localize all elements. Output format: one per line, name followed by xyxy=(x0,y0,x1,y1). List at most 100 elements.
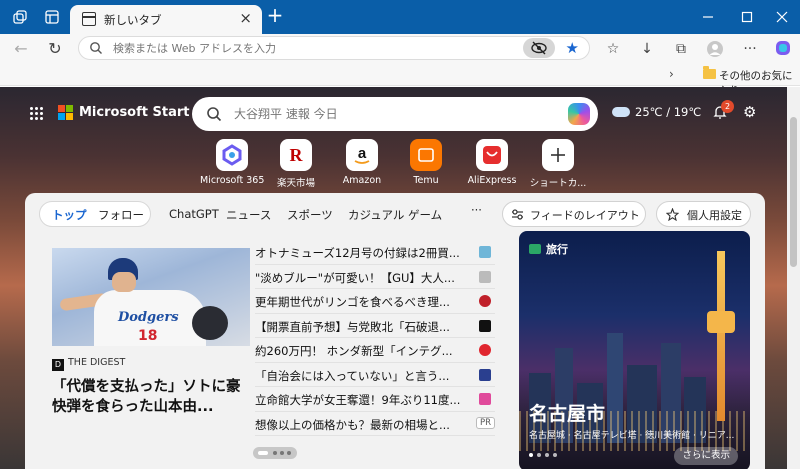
title-bar: 新しいタブ × + xyxy=(0,0,800,34)
quick-link-microsoft-365[interactable]: Microsoft 365 xyxy=(200,139,264,186)
downloads-icon[interactable]: ↓ xyxy=(638,40,656,58)
news-item[interactable]: 立命館大学が女王奪還！9年ぶり11度... xyxy=(255,387,495,412)
temu-icon xyxy=(410,139,442,171)
quick-link-rakuten[interactable]: R 楽天市場 xyxy=(264,139,328,189)
web-search-input[interactable] xyxy=(234,105,534,123)
travel-icon xyxy=(529,244,541,254)
news-item[interactable]: 約260万円！ ホンダ新型「インテグ... xyxy=(255,338,495,363)
quick-link-label: Temu xyxy=(413,175,439,186)
news-item[interactable]: 更年期世代がリンゴを食べるべき理... xyxy=(255,289,495,314)
copilot-search-icon[interactable] xyxy=(568,103,590,125)
close-window-icon[interactable] xyxy=(772,7,792,27)
weather-temps: 25℃ / 19℃ xyxy=(635,105,702,119)
favorites-bar: › その他のお気に入り xyxy=(0,64,800,97)
edit-star-icon xyxy=(666,208,679,221)
more-menu-icon[interactable]: ··· xyxy=(741,40,759,58)
feed-layout-label: フィードのレイアウト xyxy=(530,209,640,222)
news-feed: トップ フォロー ChatGPT ニュース スポーツ カジュアル ゲーム ···… xyxy=(25,193,765,469)
publisher-icon xyxy=(479,295,491,307)
quick-link-add-shortcut[interactable]: ショートカ... xyxy=(526,139,590,189)
quick-link-label: ショートカ... xyxy=(529,178,587,189)
hero-source: D THE DIGEST xyxy=(52,357,125,371)
feed-tab-group: トップ フォロー xyxy=(39,201,151,227)
notification-badge: 2 xyxy=(721,100,734,113)
chevron-right-icon[interactable]: › xyxy=(669,67,674,81)
search-icon xyxy=(90,42,102,54)
travel-card[interactable]: 旅行 名古屋市 名古屋城 · 名古屋テレビ塔 · 徳川美術館 · リニア... … xyxy=(519,231,750,469)
refresh-icon[interactable]: ↻ xyxy=(44,38,66,60)
quick-link-aliexpress[interactable]: AliExpress xyxy=(460,139,524,186)
tab-actions-icon[interactable] xyxy=(44,9,60,25)
search-icon xyxy=(207,107,222,122)
tracking-prevention-button[interactable] xyxy=(523,38,555,58)
news-item[interactable]: オトナミューズ12月号の付録は2冊買... xyxy=(255,240,495,265)
aliexpress-icon xyxy=(476,139,508,171)
tab-top[interactable]: トップ xyxy=(52,207,87,223)
carousel-dots[interactable] xyxy=(253,447,297,459)
new-tab-plus-icon[interactable]: + xyxy=(265,5,285,25)
feed-layout-button[interactable]: フィードのレイアウト xyxy=(502,201,646,227)
travel-carousel-dots[interactable] xyxy=(529,453,569,459)
minimize-icon[interactable] xyxy=(698,7,718,27)
tv-tower-image xyxy=(717,251,725,421)
quick-link-amazon[interactable]: a Amazon xyxy=(330,139,394,186)
nav-news[interactable]: ニュース xyxy=(226,207,271,223)
nav-casual-games[interactable]: カジュアル ゲーム xyxy=(348,207,442,223)
web-search-box[interactable] xyxy=(192,97,598,131)
page-scrollbar[interactable] xyxy=(787,87,800,469)
weather-widget[interactable]: 25℃ / 19℃ xyxy=(612,105,701,119)
new-tab-page: Microsoft Start 25℃ / 19℃ 2 ⚙ Microsoft … xyxy=(0,87,787,469)
personalize-label: 個人用設定 xyxy=(687,209,742,222)
hero-story-image[interactable]: Dodgers 18 xyxy=(52,248,250,346)
tab-new-tab[interactable]: 新しいタブ × xyxy=(70,5,262,34)
sliders-icon xyxy=(512,209,523,220)
brand-title[interactable]: Microsoft Start xyxy=(79,105,189,120)
tab-follow[interactable]: フォロー xyxy=(98,207,144,223)
hero-headline[interactable]: 「代償を支払った」ソトに豪快弾を食らった山本由... xyxy=(52,377,252,417)
publisher-icon xyxy=(479,393,491,405)
gear-icon[interactable]: ⚙ xyxy=(743,103,756,121)
favorite-star-icon[interactable]: ★ xyxy=(566,39,579,57)
back-arrow-icon[interactable]: ← xyxy=(10,38,32,60)
screenshot-icon[interactable]: ⧉ xyxy=(672,40,690,58)
close-tab-icon[interactable]: × xyxy=(239,9,252,27)
microsoft-logo-icon xyxy=(58,105,74,121)
quick-link-label: Microsoft 365 xyxy=(200,175,264,186)
news-item-title: 想像以上の価格かも？最新の相場と... xyxy=(255,417,450,432)
scrollbar-thumb[interactable] xyxy=(790,117,797,267)
news-list: オトナミューズ12月号の付録は2冊買... "淡めブルー"が可愛い！【GU】大人… xyxy=(255,240,495,436)
news-item-title: 【開票直前予想】与党敗北「石破退... xyxy=(255,319,450,334)
nav-sports[interactable]: スポーツ xyxy=(287,207,333,223)
svg-text:a: a xyxy=(358,145,367,162)
news-item-title: オトナミューズ12月号の付録は2冊買... xyxy=(255,246,460,260)
favorites-icon[interactable]: ☆ xyxy=(604,40,622,58)
publisher-icon xyxy=(479,270,491,283)
news-item[interactable]: 【開票直前予想】与党敗北「石破退... xyxy=(255,314,495,338)
quick-link-temu[interactable]: Temu xyxy=(394,139,458,186)
nav-chatgpt[interactable]: ChatGPT xyxy=(169,207,219,221)
profile-avatar-icon[interactable] xyxy=(706,40,724,58)
the-digest-logo-icon: D xyxy=(52,359,64,371)
maximize-icon[interactable] xyxy=(737,7,757,27)
see-more-button[interactable]: さらに表示 xyxy=(674,447,738,465)
workspaces-icon[interactable] xyxy=(12,9,28,25)
travel-city: 名古屋市 xyxy=(529,403,606,425)
more-nav-icon[interactable]: ··· xyxy=(471,203,482,217)
address-bar[interactable]: ★ xyxy=(78,36,590,60)
news-item[interactable]: 想像以上の価格かも？最新の相場と... PR xyxy=(255,412,495,436)
news-item[interactable]: 「自治会には入っていない」と言う... xyxy=(255,363,495,387)
new-tab-favicon-icon xyxy=(82,12,96,26)
ad-label: PR xyxy=(475,416,495,429)
news-item[interactable]: "淡めブルー"が可愛い！【GU】大人... xyxy=(255,265,495,289)
folder-icon xyxy=(703,66,716,79)
personalize-button[interactable]: 個人用設定 xyxy=(656,201,751,227)
news-item-title: 約260万円！ ホンダ新型「インテグ... xyxy=(255,344,453,358)
app-launcher-icon[interactable] xyxy=(30,107,44,121)
address-input[interactable] xyxy=(113,39,513,57)
news-item-title: 立命館大学が女王奪還！9年ぶり11度... xyxy=(255,393,461,407)
rakuten-icon: R xyxy=(280,139,312,171)
cloud-icon xyxy=(612,107,630,117)
travel-tag-label: 旅行 xyxy=(546,243,568,256)
copilot-icon[interactable] xyxy=(774,40,792,58)
publisher-icon xyxy=(479,344,491,356)
